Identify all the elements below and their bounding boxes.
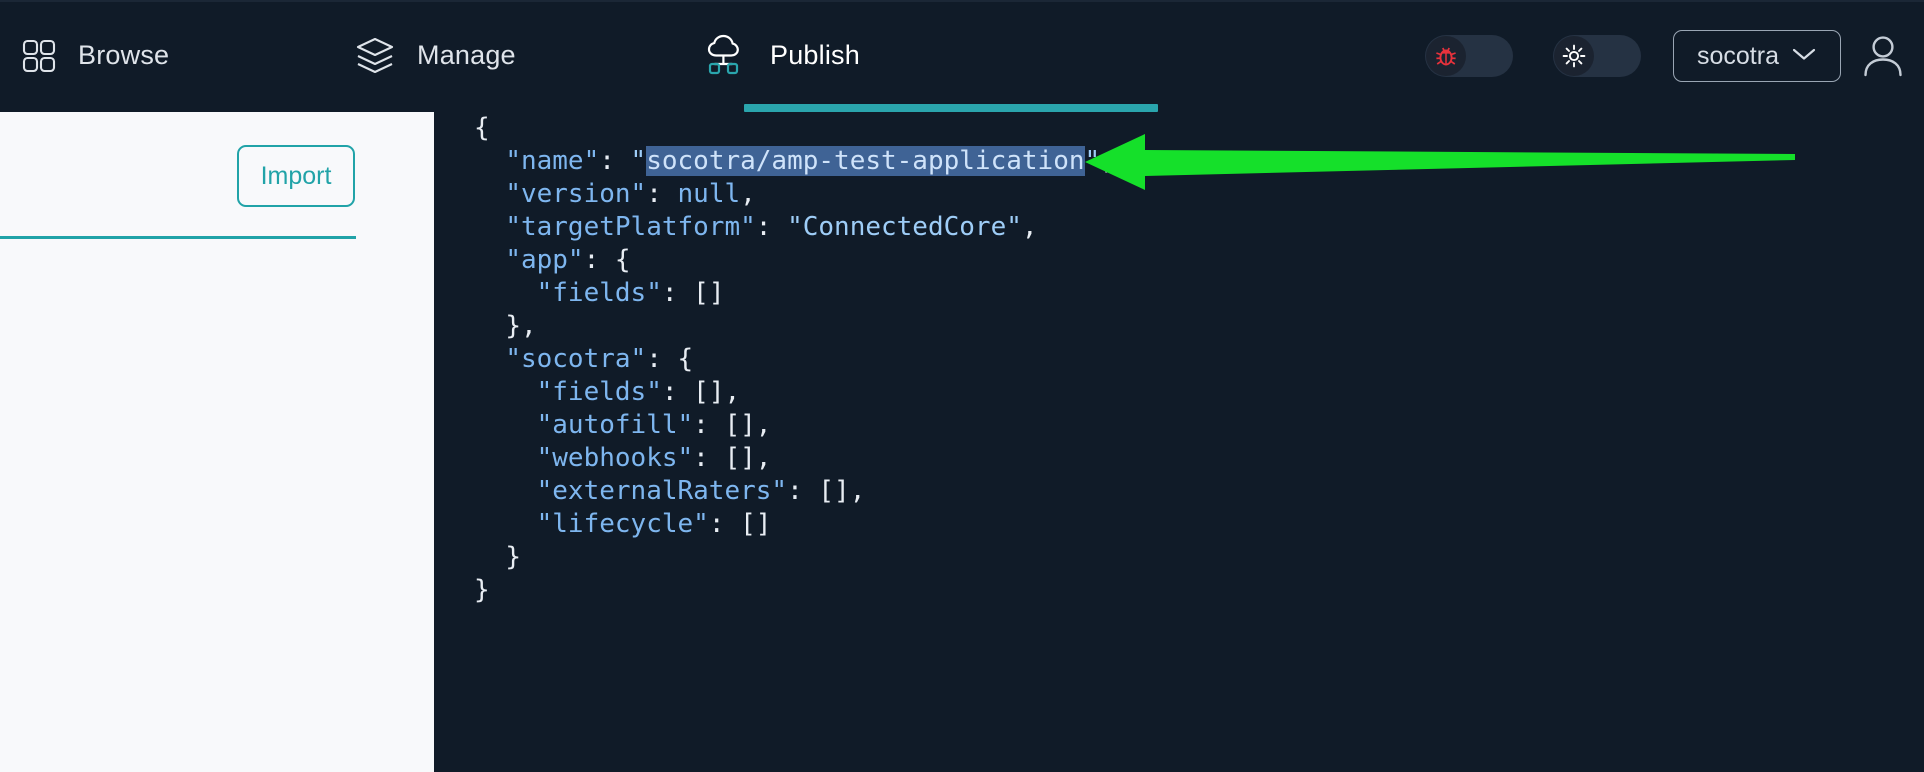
cloud-network-icon (700, 33, 748, 79)
json-code-pane[interactable]: { "name": "socotra/amp-test-application "… (434, 112, 1924, 772)
code-token: : [], (661, 377, 741, 407)
sun-icon (1562, 44, 1586, 68)
panel-divider (0, 236, 356, 239)
code-token: "lifecycle" (536, 509, 709, 539)
code-token: "app" (505, 245, 584, 275)
code-token: : (599, 146, 631, 176)
nav-item-publish[interactable]: Publish (700, 0, 860, 112)
code-token: : [] (661, 278, 725, 308)
organization-select[interactable]: socotra (1673, 30, 1841, 82)
left-side-panel: Import (0, 112, 434, 772)
code-token: "name" (505, 146, 600, 176)
code-token: : (755, 212, 788, 242)
code-token: "socotra" (505, 344, 647, 374)
code-token: " (630, 146, 647, 176)
bug-icon (1436, 47, 1456, 66)
debug-mode-toggle[interactable] (1425, 35, 1513, 77)
code-line: "version": null, (474, 178, 1116, 211)
code-token: : { (583, 245, 631, 275)
top-navigation-bar: Browse Manage Publish socotra (0, 0, 1924, 112)
code-line: } (474, 574, 1116, 607)
theme-toggle-knob (1554, 36, 1594, 76)
code-token: , (740, 179, 756, 209)
theme-toggle[interactable] (1553, 35, 1641, 77)
code-line: "fields": [] (474, 277, 1116, 310)
code-token: }, (505, 311, 537, 341)
code-token: : [] (708, 509, 772, 539)
nav-item-browse-label: Browse (78, 39, 170, 70)
selected-text: socotra/amp-test-application (646, 146, 1085, 176)
json-code-content[interactable]: { "name": "socotra/amp-test-application "… (474, 112, 1116, 607)
code-line: "targetPlatform": "ConnectedCore", (474, 211, 1116, 244)
code-token: "version" (505, 179, 647, 209)
code-line: }, (474, 310, 1116, 343)
code-line: "webhooks": [], (474, 442, 1116, 475)
code-token: "ConnectedCore" (787, 212, 1022, 242)
code-token: : { (646, 344, 694, 374)
active-tab-underline (744, 104, 1158, 112)
import-button[interactable]: Import (237, 145, 355, 207)
nav-item-manage-label: Manage (417, 39, 516, 70)
app-root: Browse Manage Publish socotra Import {"… (0, 0, 1924, 772)
code-token: , (1021, 212, 1038, 242)
code-token: "fields" (536, 278, 662, 308)
user-avatar-icon (1864, 36, 1902, 77)
code-line: "socotra": { (474, 343, 1116, 376)
code-token: "fields" (536, 377, 662, 407)
code-token: "autofill" (536, 410, 694, 440)
debug-toggle-knob (1426, 36, 1466, 76)
code-token: } (474, 575, 490, 605)
code-line: "fields": [], (474, 376, 1116, 409)
code-token: : [], (693, 443, 772, 473)
code-token: "externalRaters" (536, 476, 788, 506)
code-token: } (505, 542, 521, 572)
code-line: { (474, 112, 1116, 145)
code-line: "app": { (474, 244, 1116, 277)
code-line: } (474, 541, 1116, 574)
code-line: "lifecycle": [] (474, 508, 1116, 541)
code-token: : (646, 179, 678, 209)
green-annotation-arrow (1085, 134, 1795, 190)
user-avatar-button[interactable] (1855, 28, 1911, 84)
grid-icon (22, 39, 56, 73)
code-line: "autofill": [], (474, 409, 1116, 442)
nav-item-browse[interactable]: Browse (22, 0, 169, 112)
code-token: "webhooks" (536, 443, 694, 473)
code-line: "name": "socotra/amp-test-application", (474, 145, 1116, 178)
code-token: { (474, 113, 490, 143)
code-token: : [], (693, 410, 772, 440)
code-line: "externalRaters": [], (474, 475, 1116, 508)
nav-item-publish-label: Publish (770, 39, 860, 70)
chevron-down-icon (1791, 46, 1817, 67)
layers-icon (355, 37, 395, 75)
code-token: "targetPlatform" (505, 212, 756, 242)
nav-item-manage[interactable]: Manage (355, 0, 516, 112)
organization-select-label: socotra (1697, 41, 1779, 70)
code-token: : [], (787, 476, 866, 506)
topbar-top-rule (0, 0, 1924, 2)
code-token: null (677, 179, 741, 209)
